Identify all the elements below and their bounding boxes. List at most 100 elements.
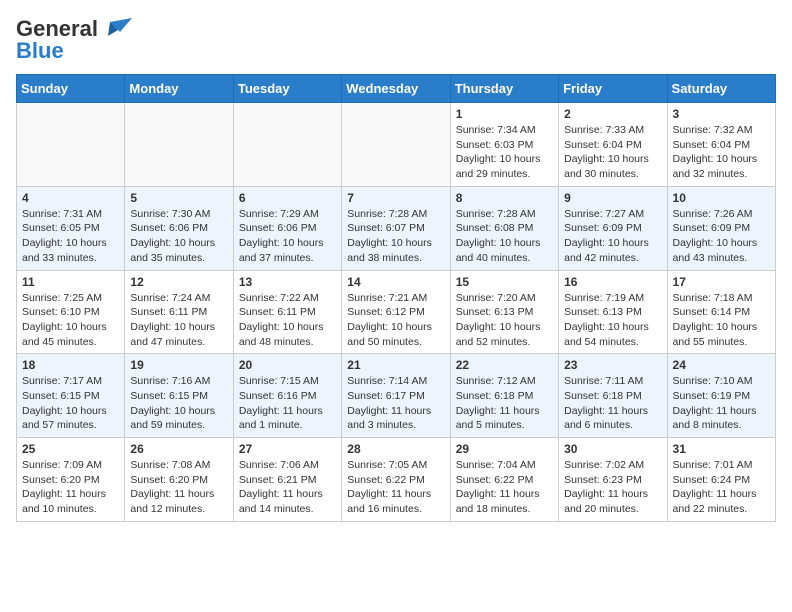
day-number: 30 <box>564 442 661 456</box>
calendar-day-cell: 27 Sunrise: 7:06 AM Sunset: 6:21 PM Dayli… <box>233 438 341 522</box>
day-info-text: Sunrise: 7:28 AM Sunset: 6:07 PM Dayligh… <box>347 207 444 266</box>
day-of-week-header: Friday <box>559 75 667 103</box>
day-info-text: Sunrise: 7:28 AM Sunset: 6:08 PM Dayligh… <box>456 207 553 266</box>
calendar-day-cell <box>233 103 341 187</box>
calendar-day-cell <box>125 103 233 187</box>
calendar-day-cell: 15 Sunrise: 7:20 AM Sunset: 6:13 PM Dayli… <box>450 270 558 354</box>
day-info-text: Sunrise: 7:33 AM Sunset: 6:04 PM Dayligh… <box>564 123 661 182</box>
day-number: 28 <box>347 442 444 456</box>
calendar-day-cell: 29 Sunrise: 7:04 AM Sunset: 6:22 PM Dayli… <box>450 438 558 522</box>
day-number: 11 <box>22 275 119 289</box>
calendar-week-row: 11 Sunrise: 7:25 AM Sunset: 6:10 PM Dayli… <box>17 270 776 354</box>
calendar-day-cell: 11 Sunrise: 7:25 AM Sunset: 6:10 PM Dayli… <box>17 270 125 354</box>
calendar-day-cell: 23 Sunrise: 7:11 AM Sunset: 6:18 PM Dayli… <box>559 354 667 438</box>
day-info-text: Sunrise: 7:12 AM Sunset: 6:18 PM Dayligh… <box>456 374 553 433</box>
day-info-text: Sunrise: 7:11 AM Sunset: 6:18 PM Dayligh… <box>564 374 661 433</box>
day-number: 9 <box>564 191 661 205</box>
day-number: 5 <box>130 191 227 205</box>
day-number: 25 <box>22 442 119 456</box>
day-info-text: Sunrise: 7:26 AM Sunset: 6:09 PM Dayligh… <box>673 207 770 266</box>
day-info-text: Sunrise: 7:05 AM Sunset: 6:22 PM Dayligh… <box>347 458 444 517</box>
day-number: 15 <box>456 275 553 289</box>
day-number: 21 <box>347 358 444 372</box>
calendar-day-cell: 30Sunrise: 7:02 AM Sunset: 6:23 PM Dayli… <box>559 438 667 522</box>
day-number: 3 <box>673 107 770 121</box>
calendar-day-cell: 1 Sunrise: 7:34 AM Sunset: 6:03 PM Daylig… <box>450 103 558 187</box>
calendar-day-cell: 8 Sunrise: 7:28 AM Sunset: 6:08 PM Daylig… <box>450 186 558 270</box>
logo-bird-icon <box>100 18 132 40</box>
calendar-week-row: 1 Sunrise: 7:34 AM Sunset: 6:03 PM Daylig… <box>17 103 776 187</box>
calendar-day-cell: 14 Sunrise: 7:21 AM Sunset: 6:12 PM Dayli… <box>342 270 450 354</box>
day-info-text: Sunrise: 7:14 AM Sunset: 6:17 PM Dayligh… <box>347 374 444 433</box>
calendar-day-cell: 18Sunrise: 7:17 AM Sunset: 6:15 PM Dayli… <box>17 354 125 438</box>
day-info-text: Sunrise: 7:31 AM Sunset: 6:05 PM Dayligh… <box>22 207 119 266</box>
calendar-day-cell <box>17 103 125 187</box>
day-number: 24 <box>673 358 770 372</box>
day-number: 17 <box>673 275 770 289</box>
calendar-day-cell: 6 Sunrise: 7:29 AM Sunset: 6:06 PM Daylig… <box>233 186 341 270</box>
calendar-day-cell: 31Sunrise: 7:01 AM Sunset: 6:24 PM Dayli… <box>667 438 775 522</box>
logo-blue-text: Blue <box>16 38 64 64</box>
page-header: General Blue <box>16 16 776 64</box>
calendar-day-cell: 17Sunrise: 7:18 AM Sunset: 6:14 PM Dayli… <box>667 270 775 354</box>
calendar-day-cell <box>342 103 450 187</box>
day-of-week-header: Thursday <box>450 75 558 103</box>
day-info-text: Sunrise: 7:25 AM Sunset: 6:10 PM Dayligh… <box>22 291 119 350</box>
calendar-day-cell: 10 Sunrise: 7:26 AM Sunset: 6:09 PM Dayli… <box>667 186 775 270</box>
day-number: 27 <box>239 442 336 456</box>
day-info-text: Sunrise: 7:19 AM Sunset: 6:13 PM Dayligh… <box>564 291 661 350</box>
calendar-day-cell: 21 Sunrise: 7:14 AM Sunset: 6:17 PM Dayli… <box>342 354 450 438</box>
day-info-text: Sunrise: 7:29 AM Sunset: 6:06 PM Dayligh… <box>239 207 336 266</box>
day-info-text: Sunrise: 7:32 AM Sunset: 6:04 PM Dayligh… <box>673 123 770 182</box>
calendar-week-row: 4 Sunrise: 7:31 AM Sunset: 6:05 PM Daylig… <box>17 186 776 270</box>
calendar-day-cell: 20Sunrise: 7:15 AM Sunset: 6:16 PM Dayli… <box>233 354 341 438</box>
day-info-text: Sunrise: 7:16 AM Sunset: 6:15 PM Dayligh… <box>130 374 227 433</box>
day-info-text: Sunrise: 7:21 AM Sunset: 6:12 PM Dayligh… <box>347 291 444 350</box>
day-info-text: Sunrise: 7:34 AM Sunset: 6:03 PM Dayligh… <box>456 123 553 182</box>
calendar-day-cell: 5Sunrise: 7:30 AM Sunset: 6:06 PM Daylig… <box>125 186 233 270</box>
day-number: 23 <box>564 358 661 372</box>
calendar-day-cell: 19 Sunrise: 7:16 AM Sunset: 6:15 PM Dayli… <box>125 354 233 438</box>
calendar-day-cell: 4 Sunrise: 7:31 AM Sunset: 6:05 PM Daylig… <box>17 186 125 270</box>
day-info-text: Sunrise: 7:24 AM Sunset: 6:11 PM Dayligh… <box>130 291 227 350</box>
day-of-week-header: Saturday <box>667 75 775 103</box>
day-number: 7 <box>347 191 444 205</box>
day-number: 4 <box>22 191 119 205</box>
calendar-day-cell: 2 Sunrise: 7:33 AM Sunset: 6:04 PM Daylig… <box>559 103 667 187</box>
calendar-day-cell: 13Sunrise: 7:22 AM Sunset: 6:11 PM Dayli… <box>233 270 341 354</box>
calendar-day-cell: 9 Sunrise: 7:27 AM Sunset: 6:09 PM Daylig… <box>559 186 667 270</box>
calendar-table: SundayMondayTuesdayWednesdayThursdayFrid… <box>16 74 776 522</box>
day-of-week-header: Tuesday <box>233 75 341 103</box>
day-number: 6 <box>239 191 336 205</box>
day-number: 14 <box>347 275 444 289</box>
day-number: 12 <box>130 275 227 289</box>
day-number: 8 <box>456 191 553 205</box>
day-number: 18 <box>22 358 119 372</box>
day-info-text: Sunrise: 7:04 AM Sunset: 6:22 PM Dayligh… <box>456 458 553 517</box>
day-of-week-header: Monday <box>125 75 233 103</box>
calendar-header-row: SundayMondayTuesdayWednesdayThursdayFrid… <box>17 75 776 103</box>
calendar-day-cell: 3 Sunrise: 7:32 AM Sunset: 6:04 PM Daylig… <box>667 103 775 187</box>
calendar-day-cell: 22Sunrise: 7:12 AM Sunset: 6:18 PM Dayli… <box>450 354 558 438</box>
calendar-day-cell: 12 Sunrise: 7:24 AM Sunset: 6:11 PM Dayli… <box>125 270 233 354</box>
day-number: 1 <box>456 107 553 121</box>
day-number: 2 <box>564 107 661 121</box>
calendar-week-row: 18Sunrise: 7:17 AM Sunset: 6:15 PM Dayli… <box>17 354 776 438</box>
calendar-day-cell: 7 Sunrise: 7:28 AM Sunset: 6:07 PM Daylig… <box>342 186 450 270</box>
day-info-text: Sunrise: 7:20 AM Sunset: 6:13 PM Dayligh… <box>456 291 553 350</box>
day-info-text: Sunrise: 7:15 AM Sunset: 6:16 PM Dayligh… <box>239 374 336 433</box>
calendar-day-cell: 24 Sunrise: 7:10 AM Sunset: 6:19 PM Dayli… <box>667 354 775 438</box>
day-info-text: Sunrise: 7:09 AM Sunset: 6:20 PM Dayligh… <box>22 458 119 517</box>
day-number: 10 <box>673 191 770 205</box>
day-number: 16 <box>564 275 661 289</box>
day-number: 29 <box>456 442 553 456</box>
day-of-week-header: Sunday <box>17 75 125 103</box>
day-info-text: Sunrise: 7:10 AM Sunset: 6:19 PM Dayligh… <box>673 374 770 433</box>
day-number: 19 <box>130 358 227 372</box>
day-number: 31 <box>673 442 770 456</box>
calendar-day-cell: 16 Sunrise: 7:19 AM Sunset: 6:13 PM Dayli… <box>559 270 667 354</box>
day-info-text: Sunrise: 7:06 AM Sunset: 6:21 PM Dayligh… <box>239 458 336 517</box>
day-info-text: Sunrise: 7:27 AM Sunset: 6:09 PM Dayligh… <box>564 207 661 266</box>
day-info-text: Sunrise: 7:22 AM Sunset: 6:11 PM Dayligh… <box>239 291 336 350</box>
calendar-day-cell: 26Sunrise: 7:08 AM Sunset: 6:20 PM Dayli… <box>125 438 233 522</box>
